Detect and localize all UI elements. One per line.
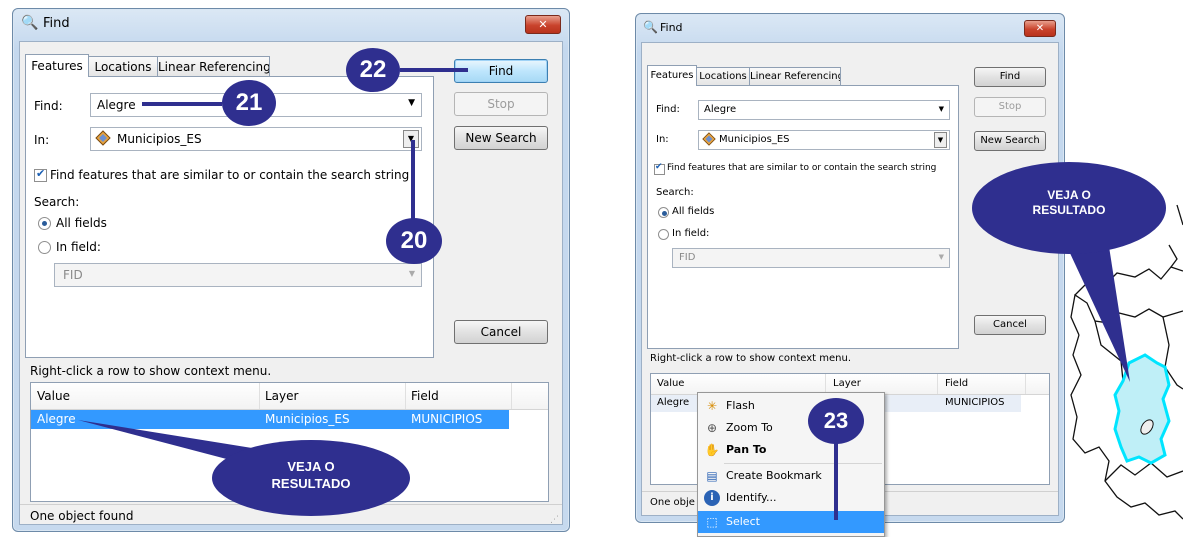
callout-line2: RESULTADO: [1032, 203, 1106, 217]
step-23-badge: 23: [808, 398, 864, 444]
tab-features[interactable]: Features: [647, 65, 697, 86]
annotation-lines-right: [834, 236, 1130, 520]
result-callout-right-text: VEJA O RESULTADO: [972, 188, 1166, 218]
tab-features[interactable]: Features: [25, 54, 89, 77]
callout-line1: VEJA O: [1047, 188, 1091, 202]
